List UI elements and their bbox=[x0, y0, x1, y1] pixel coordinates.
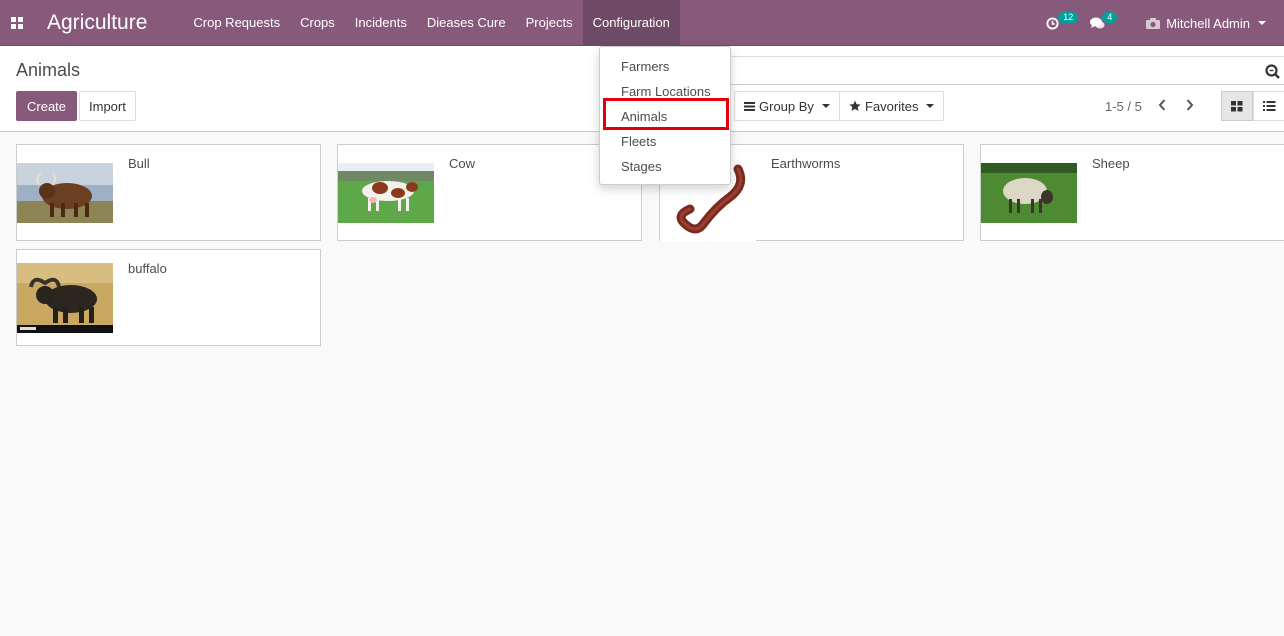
breadcrumb: Animals bbox=[16, 60, 81, 80]
dropdown-item-fleets[interactable]: Fleets bbox=[600, 129, 730, 154]
kanban-card[interactable]: buffalo bbox=[16, 249, 321, 346]
chevron-down-icon bbox=[821, 104, 830, 108]
pager-previous-button[interactable] bbox=[1155, 98, 1169, 112]
kanban-card[interactable]: Sheep bbox=[980, 144, 1284, 241]
buffalo-image bbox=[17, 263, 113, 333]
star-icon bbox=[849, 100, 861, 111]
favorites-button[interactable]: Favorites bbox=[839, 91, 945, 121]
activity-button[interactable]: 12 bbox=[1046, 0, 1079, 46]
chevron-left-icon bbox=[1158, 99, 1166, 111]
pager-value[interactable]: 1-5 / 5 bbox=[1105, 99, 1142, 114]
user-name: Mitchell Admin bbox=[1166, 15, 1250, 31]
group-by-button[interactable]: Group By bbox=[734, 91, 840, 121]
list-icon bbox=[1262, 101, 1275, 111]
kanban-view-button[interactable] bbox=[1221, 91, 1253, 121]
menu-projects[interactable]: Projects bbox=[516, 0, 583, 46]
kanban-card[interactable]: Cow bbox=[337, 144, 642, 241]
chevron-right-icon bbox=[1186, 99, 1194, 111]
import-button[interactable]: Import bbox=[79, 91, 136, 121]
camera-icon bbox=[1146, 17, 1161, 29]
apps-menu-icon[interactable] bbox=[0, 0, 34, 46]
bull-image bbox=[17, 163, 113, 223]
kanban-card-title: Bull bbox=[128, 156, 150, 171]
kanban-card[interactable]: Bull bbox=[16, 144, 321, 241]
user-menu[interactable]: Mitchell Admin bbox=[1146, 16, 1266, 31]
kanban-card-title: Cow bbox=[449, 156, 476, 171]
menu-configuration[interactable]: Configuration bbox=[582, 0, 680, 46]
kanban-card-title: Earthworms bbox=[771, 156, 841, 171]
systray: 12 4 Mitchell Admin bbox=[1046, 0, 1284, 46]
menu-crops[interactable]: Crops bbox=[290, 0, 345, 46]
messages-button[interactable]: 4 bbox=[1090, 0, 1120, 46]
menu-dieases-cure[interactable]: Dieases Cure bbox=[417, 0, 516, 46]
app-title[interactable]: Agriculture bbox=[47, 11, 147, 35]
pager-next-button[interactable] bbox=[1183, 98, 1197, 112]
chevron-down-icon bbox=[926, 104, 935, 108]
group-by-label: Group By bbox=[759, 98, 814, 114]
kanban-icon bbox=[1231, 100, 1243, 111]
create-button[interactable]: Create bbox=[16, 91, 78, 121]
menu-incidents[interactable]: Incidents bbox=[345, 0, 417, 46]
messages-count-badge: 4 bbox=[1102, 12, 1118, 23]
favorites-label: Favorites bbox=[865, 98, 919, 114]
sheep-image bbox=[981, 163, 1077, 223]
menu-crop-requests[interactable]: Crop Requests bbox=[183, 0, 290, 46]
list-view-button[interactable] bbox=[1253, 91, 1284, 121]
view-switcher bbox=[1221, 91, 1284, 121]
cow-image bbox=[338, 163, 434, 223]
highlight-box bbox=[603, 98, 729, 130]
kanban-card-title: buffalo bbox=[128, 261, 167, 276]
activity-count-badge: 12 bbox=[1058, 12, 1079, 23]
chevron-down-icon bbox=[1258, 21, 1266, 25]
main-menu: Crop Requests Crops Incidents Dieases Cu… bbox=[183, 0, 680, 46]
search-input[interactable] bbox=[730, 56, 1284, 85]
top-navbar: Agriculture Crop Requests Crops Incident… bbox=[0, 0, 1284, 46]
dropdown-item-farmers[interactable]: Farmers bbox=[600, 54, 730, 79]
dropdown-item-stages[interactable]: Stages bbox=[600, 154, 730, 179]
search-icon[interactable] bbox=[1265, 64, 1280, 79]
bars-icon bbox=[744, 101, 755, 111]
kanban-card-title: Sheep bbox=[1092, 156, 1130, 171]
